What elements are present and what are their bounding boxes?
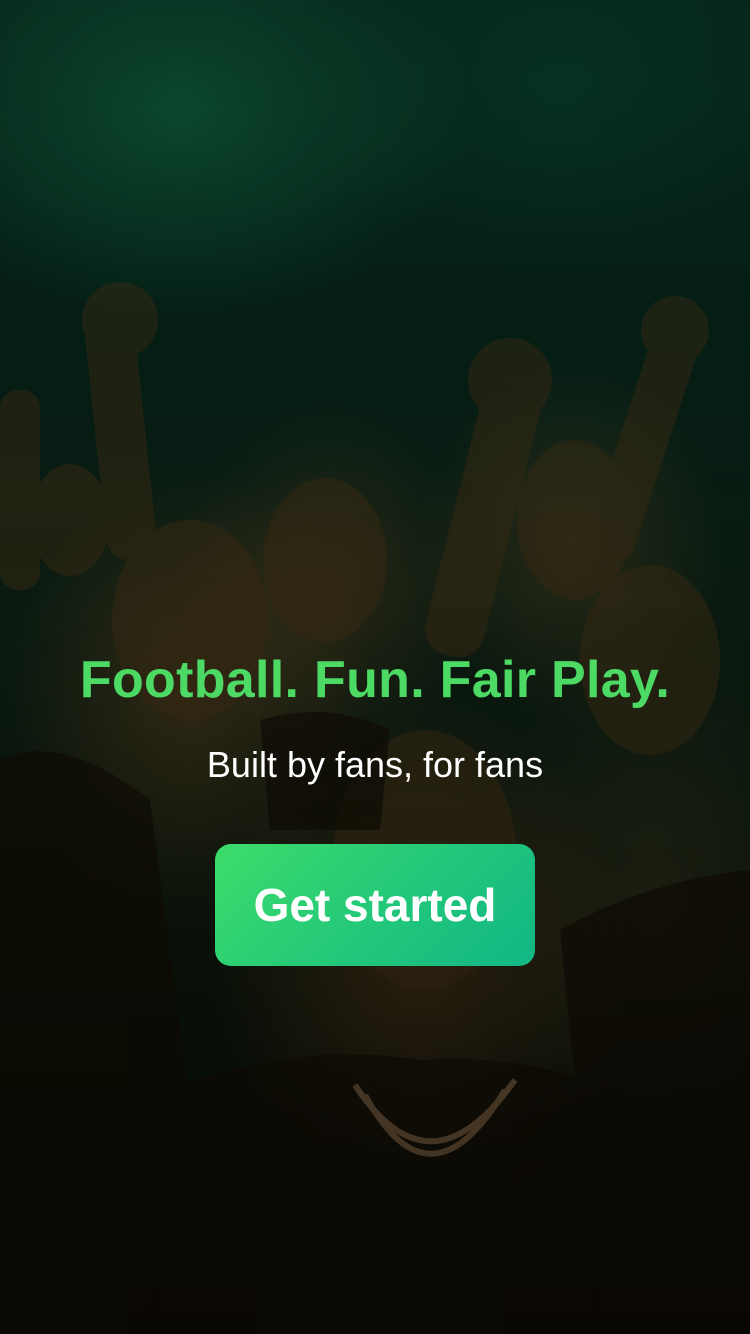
hero-content: Football. Fun. Fair Play. Built by fans,…: [0, 640, 750, 966]
welcome-screen: Football. Fun. Fair Play. Built by fans,…: [0, 0, 750, 1334]
get-started-button[interactable]: Get started: [215, 844, 535, 966]
hero-subheadline: Built by fans, for fans: [206, 744, 544, 785]
hero-headline: Football. Fun. Fair Play.: [79, 651, 671, 709]
